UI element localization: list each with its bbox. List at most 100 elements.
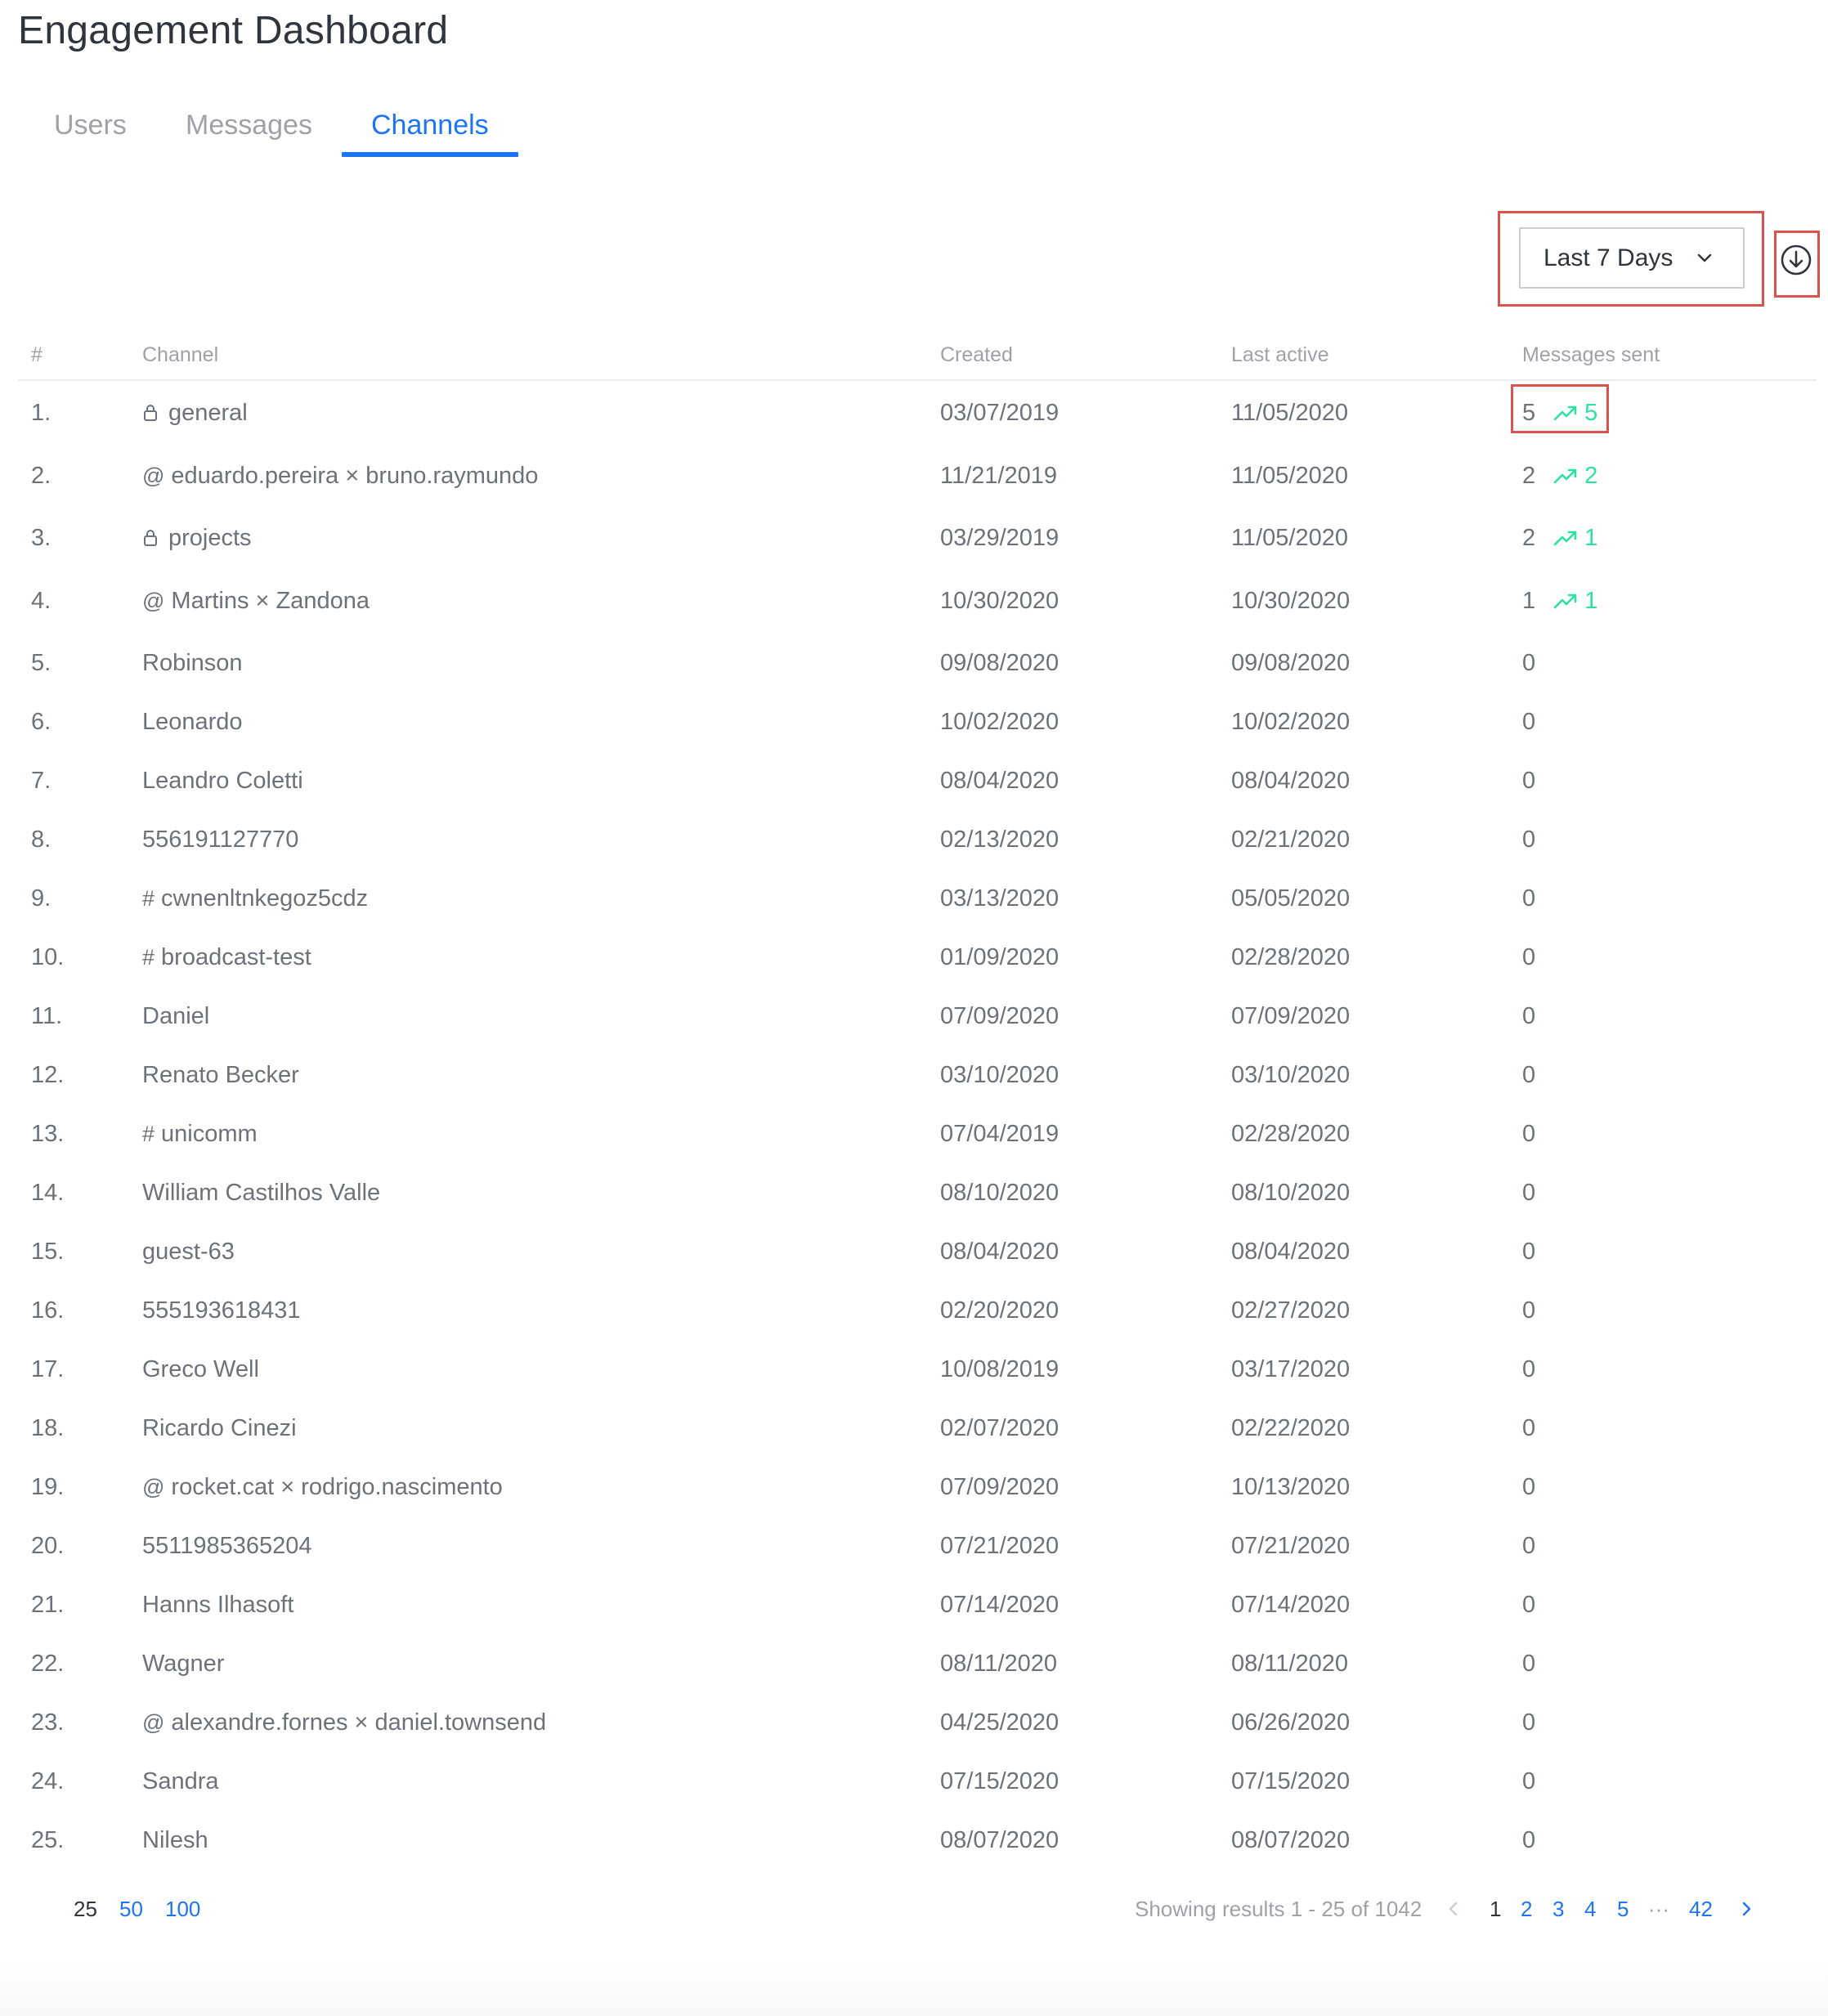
page-5[interactable]: 5: [1617, 1888, 1629, 1929]
table-row[interactable]: 5. Robinson 09/08/2020 09/08/2020 0: [0, 643, 1828, 683]
channel-name-text: 556191127770: [142, 827, 299, 853]
channel-name[interactable]: projects: [142, 517, 252, 558]
table-row[interactable]: 23. @ alexandre.fornes × daniel.townsend 04…: [0, 1702, 1828, 1743]
table-row[interactable]: 7. Leandro Coletti 08/04/2020 08/04/2020 0: [0, 760, 1828, 801]
channel-name[interactable]: # broadcast-test: [142, 937, 311, 978]
messages-count: 0: [1522, 1474, 1536, 1500]
channel-name[interactable]: 5511985365204: [142, 1525, 312, 1566]
messages-count: 0: [1522, 650, 1536, 676]
table-row[interactable]: 13. # unicomm 07/04/2019 02/28/2020 0: [0, 1113, 1828, 1154]
created-date: 07/04/2019: [940, 1121, 1060, 1147]
page-4[interactable]: 4: [1584, 1888, 1596, 1929]
channel-name[interactable]: @ Martins × Zandona: [142, 580, 370, 621]
channel-name[interactable]: @ eduardo.pereira × bruno.raymundo: [142, 455, 538, 496]
download-circle-icon[interactable]: [1778, 242, 1814, 278]
table-row[interactable]: 25. Nilesh 08/07/2020 08/07/2020 0: [0, 1820, 1828, 1861]
per-page-50[interactable]: 50: [119, 1888, 143, 1929]
direct-message-icon: @: [142, 464, 165, 488]
table-row[interactable]: 3. projects 03/29/2019 11/05/2020 2 1: [0, 517, 1828, 558]
created-date: 02/13/2020: [940, 827, 1060, 853]
table-row[interactable]: 19. @ rocket.cat × rodrigo.nascimento 07/09…: [0, 1467, 1828, 1508]
table-row[interactable]: 2. @ eduardo.pereira × bruno.raymundo 11/21…: [0, 455, 1828, 496]
messages-count: 0: [1522, 1239, 1536, 1265]
table-row[interactable]: 24. Sandra 07/15/2020 07/15/2020 0: [0, 1761, 1828, 1802]
per-page-100[interactable]: 100: [165, 1888, 200, 1929]
table-row[interactable]: 10. # broadcast-test 01/09/2020 02/28/2020 0: [0, 937, 1828, 978]
messages-sent: 0: [1522, 1349, 1535, 1390]
table-row[interactable]: 21. Hanns Ilhasoft 07/14/2020 07/14/2020 0: [0, 1584, 1828, 1625]
per-page-25[interactable]: 25: [74, 1888, 97, 1929]
table-row[interactable]: 6. Leonardo 10/02/2020 10/02/2020 0: [0, 701, 1828, 742]
header-last-active[interactable]: Last active: [1231, 343, 1329, 367]
channel-name[interactable]: guest-63: [142, 1231, 235, 1272]
row-index: 12.: [31, 1062, 65, 1088]
messages-sent: 0: [1522, 996, 1535, 1037]
table-row[interactable]: 9. # cwnenltnkegoz5cdz 03/13/2020 05/05/2020…: [0, 878, 1828, 919]
channel-name[interactable]: Daniel: [142, 996, 209, 1037]
table-row[interactable]: 22. Wagner 08/11/2020 08/11/2020 0: [0, 1643, 1828, 1684]
messages-sent-highlight: [1511, 384, 1609, 433]
messages-count: 0: [1522, 827, 1536, 853]
channel-name[interactable]: Wagner: [142, 1643, 224, 1684]
tab-messages[interactable]: Messages: [186, 110, 312, 141]
table-row[interactable]: 18. Ricardo Cinezi 02/07/2020 02/22/2020 0: [0, 1408, 1828, 1449]
messages-trend: 2: [1553, 455, 1597, 496]
table-row[interactable]: 11. Daniel 07/09/2020 07/09/2020 0: [0, 996, 1828, 1037]
table-row[interactable]: 17. Greco Well 10/08/2019 03/17/2020 0: [0, 1349, 1828, 1390]
last-active-date: 11/05/2020: [1231, 525, 1348, 551]
last-active-date: 02/21/2020: [1231, 827, 1351, 853]
next-page-icon[interactable]: [1740, 1900, 1753, 1918]
channel-name[interactable]: @ rocket.cat × rodrigo.nascimento: [142, 1467, 503, 1508]
table-row[interactable]: 12. Renato Becker 03/10/2020 03/10/2020 0: [0, 1055, 1828, 1095]
header-channel[interactable]: Channel: [142, 343, 218, 367]
channel-name[interactable]: Renato Becker: [142, 1055, 299, 1095]
active-tab-indicator: [342, 152, 518, 157]
lock-icon: [144, 405, 157, 421]
messages-sent: 0: [1522, 1643, 1535, 1684]
messages-sent: 0: [1522, 1113, 1535, 1154]
channel-name[interactable]: Sandra: [142, 1761, 219, 1802]
channel-name[interactable]: @ alexandre.fornes × daniel.townsend: [142, 1702, 546, 1743]
table-row[interactable]: 4. @ Martins × Zandona 10/30/2020 10/30/2020…: [0, 580, 1828, 621]
messages-sent: 0: [1522, 643, 1535, 683]
channel-name[interactable]: William Castilhos Valle: [142, 1172, 380, 1213]
channel-name[interactable]: Ricardo Cinezi: [142, 1408, 297, 1449]
table-row[interactable]: 8. 556191127770 02/13/2020 02/21/2020 0: [0, 819, 1828, 860]
channel-name[interactable]: Greco Well: [142, 1349, 259, 1390]
channel-name[interactable]: 556191127770: [142, 819, 298, 860]
channel-name-text: Ricardo Cinezi: [142, 1415, 297, 1441]
channel-name[interactable]: general: [142, 392, 248, 433]
row-index: 2.: [31, 463, 52, 489]
channel-name[interactable]: Leonardo: [142, 701, 243, 742]
prev-page-icon[interactable]: [1447, 1900, 1460, 1918]
channel-name[interactable]: # cwnenltnkegoz5cdz: [142, 878, 368, 919]
tab-users[interactable]: Users: [54, 110, 127, 141]
table-row[interactable]: 16. 555193618431 02/20/2020 02/27/2020 0: [0, 1290, 1828, 1331]
channel-name[interactable]: Robinson: [142, 643, 243, 683]
page-42[interactable]: 42: [1689, 1888, 1713, 1929]
channel-name[interactable]: Leandro Coletti: [142, 760, 303, 801]
direct-message-icon: @: [142, 589, 165, 613]
page-1[interactable]: 1: [1490, 1888, 1501, 1929]
last-active-date: 03/10/2020: [1231, 1062, 1351, 1088]
messages-trend: 1: [1553, 517, 1597, 558]
channel-name[interactable]: Hanns Ilhasoft: [142, 1584, 293, 1625]
created-date: 08/11/2020: [940, 1651, 1057, 1677]
header-messages-sent[interactable]: Messages sent: [1522, 343, 1660, 367]
table-row[interactable]: 15. guest-63 08/04/2020 08/04/2020 0: [0, 1231, 1828, 1272]
page-2[interactable]: 2: [1521, 1888, 1532, 1929]
channel-name[interactable]: # unicomm: [142, 1113, 258, 1154]
channel-name[interactable]: Nilesh: [142, 1820, 208, 1861]
created-date: 04/25/2020: [940, 1709, 1060, 1736]
created-date: 03/13/2020: [940, 885, 1060, 912]
table-row[interactable]: 14. William Castilhos Valle 08/10/2020 08/1…: [0, 1172, 1828, 1213]
period-select[interactable]: Last 7 Days: [1519, 227, 1745, 289]
channel-name-text: eduardo.pereira × bruno.raymundo: [171, 463, 539, 489]
channel-name-text: Leonardo: [142, 709, 243, 735]
header-created[interactable]: Created: [940, 343, 1013, 367]
created-date: 03/29/2019: [940, 525, 1060, 551]
channel-name[interactable]: 555193618431: [142, 1290, 301, 1331]
page-3[interactable]: 3: [1552, 1888, 1564, 1929]
table-row[interactable]: 20. 5511985365204 07/21/2020 07/21/2020 0: [0, 1525, 1828, 1566]
tab-channels[interactable]: Channels: [371, 110, 489, 141]
